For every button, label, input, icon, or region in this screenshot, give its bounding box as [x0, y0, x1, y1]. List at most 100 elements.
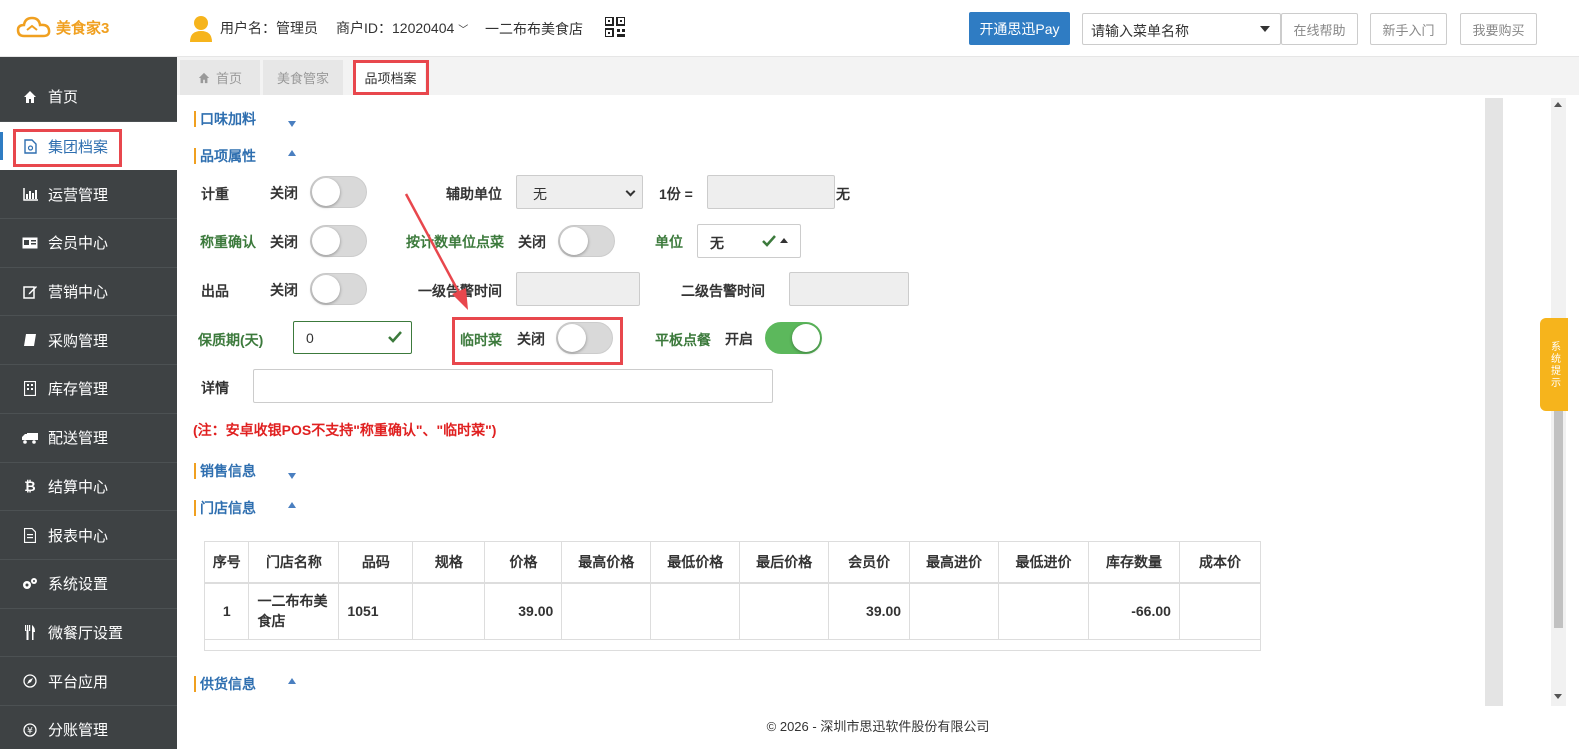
section-sales[interactable]: 销售信息 — [194, 463, 256, 479]
table-header[interactable]: 成本价 — [1179, 542, 1262, 584]
table-cell: 1051 — [338, 583, 414, 640]
sidebar-item-reports[interactable]: 报表中心 — [0, 511, 177, 560]
output-toggle[interactable] — [310, 273, 367, 305]
open-pay-button[interactable]: 开通思迅Pay — [969, 12, 1070, 45]
collapse-up-icon[interactable] — [288, 502, 296, 508]
content-scrollbar[interactable] — [1485, 98, 1503, 706]
table-cell: 一二布布美食店 — [248, 583, 340, 640]
table-header[interactable]: 会员价 — [828, 542, 911, 584]
user-info: 用户名：管理员 商户ID：12020404 ﹀ — [188, 14, 468, 42]
table-header[interactable]: 库存数量 — [1088, 542, 1180, 584]
logo[interactable]: 美食家3 — [16, 14, 109, 40]
scroll-up-arrow-icon[interactable] — [1554, 102, 1562, 107]
table-cell[interactable] — [650, 583, 741, 640]
table-header[interactable]: 最高价格 — [561, 542, 652, 584]
sidebar-item-delivery[interactable]: 配送管理 — [0, 414, 177, 463]
sidebar-item-system-settings[interactable]: 系统设置 — [0, 560, 177, 609]
sidebar-item-operations[interactable]: 运营管理 — [0, 170, 177, 220]
table-cell[interactable] — [561, 583, 652, 640]
table-header[interactable]: 品码 — [338, 542, 414, 584]
merchant-id-dropdown[interactable]: 商户ID：12020404 ﹀ — [336, 18, 468, 38]
detail-input[interactable] — [253, 369, 773, 403]
alert2-input[interactable] — [789, 272, 909, 306]
id-card-icon — [22, 235, 38, 251]
newbie-guide-button[interactable]: 新手入门 — [1370, 13, 1447, 45]
one-portion-input[interactable] — [707, 175, 835, 209]
tab-food-manager[interactable]: 美食管家 — [263, 60, 343, 95]
online-help-button[interactable]: 在线帮助 — [1281, 13, 1358, 45]
toggle-knob — [792, 324, 820, 352]
table-cell[interactable] — [998, 583, 1089, 640]
sidebar-item-settlement[interactable]: ₿ 结算中心 — [0, 463, 177, 512]
count-unit-toggle[interactable] — [558, 225, 615, 257]
pos-support-note: (注：安卓收银POS不支持"称重确认"、"临时菜") — [193, 422, 497, 438]
tab-home[interactable]: 首页 — [180, 60, 260, 95]
section-attributes[interactable]: 品项属性 — [194, 148, 256, 164]
bitcoin-icon: ₿ — [24, 478, 36, 495]
table-header[interactable]: 门店名称 — [248, 542, 340, 584]
sidebar-item-micro-restaurant[interactable]: 微餐厅设置 — [0, 609, 177, 658]
shelf-life-input[interactable]: 0 — [293, 321, 412, 354]
table-row[interactable]: 1 一二布布美食店 1051 39.00 39.00 -66.00 — [205, 583, 1262, 640]
sidebar-item-platform-apps[interactable]: 平台应用 — [0, 657, 177, 706]
chevron-down-icon — [625, 186, 636, 197]
sidebar-item-members[interactable]: 会员中心 — [0, 219, 177, 268]
sidebar-item-split-accounts[interactable]: ¥ 分账管理 — [0, 706, 177, 749]
unit-value: 无 — [710, 235, 724, 251]
table-cell[interactable] — [739, 583, 830, 640]
aux-unit-select[interactable]: 无 — [516, 175, 643, 209]
section-store[interactable]: 门店信息 — [194, 500, 256, 516]
collapse-up-icon[interactable] — [288, 150, 296, 156]
expand-down-icon[interactable] — [288, 121, 296, 127]
table-header[interactable]: 最低价格 — [650, 542, 741, 584]
table-cell[interactable] — [909, 583, 1000, 640]
table-header[interactable]: 价格 — [484, 542, 563, 584]
menu-search-select[interactable]: 请输入菜单名称 — [1082, 13, 1281, 45]
section-supply[interactable]: 供货信息 — [194, 676, 256, 692]
table-header[interactable]: 序号 — [205, 542, 250, 584]
alert1-input[interactable] — [516, 272, 640, 306]
table-cell[interactable] — [412, 583, 486, 640]
unit-select[interactable]: 无 — [697, 224, 801, 258]
sidebar-item-purchasing[interactable]: 采购管理 — [0, 316, 177, 366]
scroll-down-arrow-icon[interactable] — [1554, 694, 1562, 699]
table-cell[interactable] — [1179, 583, 1262, 640]
sidebar-item-label: 分账管理 — [48, 722, 109, 740]
table-cell[interactable]: 39.00 — [828, 583, 911, 640]
table-header[interactable]: 最低进价 — [998, 542, 1089, 584]
menu-search-placeholder: 请输入菜单名称 — [1091, 23, 1189, 39]
weigh-confirm-state: 关闭 — [270, 234, 298, 250]
table-header[interactable]: 规格 — [412, 542, 486, 584]
page-scrollbar-thumb[interactable] — [1554, 410, 1563, 628]
shelf-life-value: 0 — [306, 330, 314, 346]
store-table: 序号 门店名称 品码 规格 价格 最高价格 最低价格 最后价格 会员价 最高进价… — [204, 541, 1262, 651]
table-cell: 1 — [205, 583, 250, 640]
tablet-order-toggle[interactable] — [765, 322, 822, 354]
buy-button[interactable]: 我要购买 — [1460, 13, 1537, 45]
table-header[interactable]: 最后价格 — [739, 542, 830, 584]
username: 用户名：管理员 — [220, 20, 318, 36]
table-cell: -66.00 — [1088, 583, 1180, 640]
section-flavor[interactable]: 口味加料 — [194, 111, 256, 127]
sidebar-item-inventory[interactable]: 库存管理 — [0, 365, 177, 414]
system-tip-tab[interactable]: 系统提示 — [1540, 318, 1568, 411]
tab-label: 美食管家 — [276, 71, 329, 86]
edit-icon — [22, 284, 38, 300]
logo-text: 美食家3 — [56, 19, 110, 37]
yen-icon: ¥ — [22, 722, 38, 738]
caret-down-icon — [1260, 26, 1270, 32]
collapse-up-icon[interactable] — [288, 678, 296, 684]
weigh-toggle[interactable] — [310, 176, 367, 208]
annotation-arrow-icon — [404, 193, 468, 310]
footer-copyright: © 2026 - 深圳市思迅软件股份有限公司 — [766, 719, 990, 734]
shop-name: 一二布布美食店 — [485, 21, 583, 37]
sidebar-item-home[interactable]: 首页 — [0, 73, 177, 122]
expand-down-icon[interactable] — [288, 473, 296, 479]
toggle-knob — [560, 227, 588, 255]
qr-code-icon[interactable] — [605, 17, 625, 37]
table-header[interactable]: 最高进价 — [909, 542, 1000, 584]
weigh-confirm-toggle[interactable] — [310, 225, 367, 257]
table-cell[interactable]: 39.00 — [484, 583, 563, 640]
alert2-label: 二级告警时间 — [681, 283, 765, 299]
sidebar-item-marketing[interactable]: 营销中心 — [0, 268, 177, 317]
